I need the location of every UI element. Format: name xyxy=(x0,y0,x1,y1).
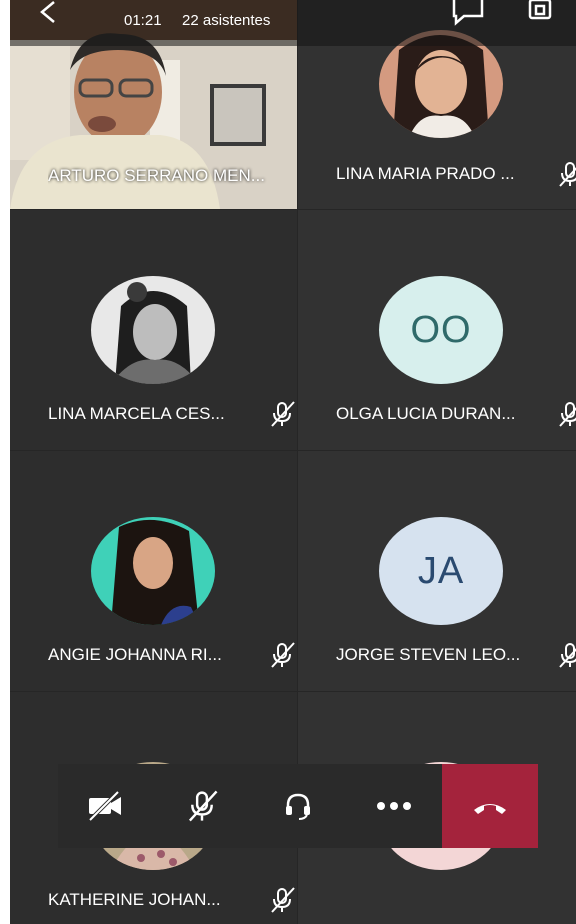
participant-tile[interactable]: JA JORGE STEVEN LEO... xyxy=(298,451,576,691)
top-bar: 01:21 22 asistentes xyxy=(10,0,576,46)
back-arrow-icon[interactable] xyxy=(36,0,66,24)
participant-name: KATHERINE JOHAN... xyxy=(48,890,221,909)
mic-off-icon xyxy=(559,162,576,187)
call-controls xyxy=(58,764,538,848)
participant-initials-avatar: OO xyxy=(379,276,503,384)
participant-tile[interactable]: ANGIE JOHANNA RI... xyxy=(10,451,297,691)
avatar-initials: OO xyxy=(410,308,472,351)
participant-name: LINA MARCELA CES... xyxy=(48,404,225,423)
participant-name: JORGE STEVEN LEO... xyxy=(336,645,521,664)
audio-button[interactable] xyxy=(250,764,346,848)
camera-toggle-button[interactable] xyxy=(58,764,154,848)
mic-off-icon xyxy=(271,887,295,913)
more-options-button[interactable] xyxy=(346,764,442,848)
share-screen-icon[interactable] xyxy=(526,0,556,24)
hang-up-button[interactable] xyxy=(442,764,538,848)
participant-name: OLGA LUCIA DURAN... xyxy=(336,404,516,423)
meeting-screen: 01:21 22 asistentes ARTURO SERRANO MEN..… xyxy=(10,0,576,924)
more-dots-icon xyxy=(377,802,411,810)
participant-avatar xyxy=(91,517,215,625)
participant-name: ARTURO SERRANO MEN... xyxy=(48,166,265,185)
call-timer: 01:21 xyxy=(124,12,162,29)
participant-tile[interactable]: OO OLGA LUCIA DURAN... xyxy=(298,210,576,450)
attendee-count[interactable]: 22 asistentes xyxy=(182,12,270,29)
phone-hangup-icon xyxy=(474,804,506,814)
mic-off-icon xyxy=(559,402,576,427)
mic-off-icon xyxy=(271,401,295,427)
headset-icon xyxy=(286,793,310,820)
avatar-initials: JA xyxy=(417,549,465,592)
participant-name: ANGIE JOHANNA RI... xyxy=(48,645,222,664)
participant-avatar xyxy=(379,30,503,138)
camera-off-icon xyxy=(88,790,121,822)
chat-icon[interactable] xyxy=(450,0,486,26)
participant-name: LINA MARIA PRADO ... xyxy=(336,164,515,183)
mic-off-icon xyxy=(559,643,576,668)
mic-off-icon xyxy=(271,642,295,668)
mute-button[interactable] xyxy=(154,764,250,848)
mic-off-icon xyxy=(188,790,218,822)
participant-avatar xyxy=(91,276,215,384)
participant-initials-avatar: JA xyxy=(379,517,503,625)
participant-tile[interactable]: LINA MARCELA CES... xyxy=(10,210,297,450)
